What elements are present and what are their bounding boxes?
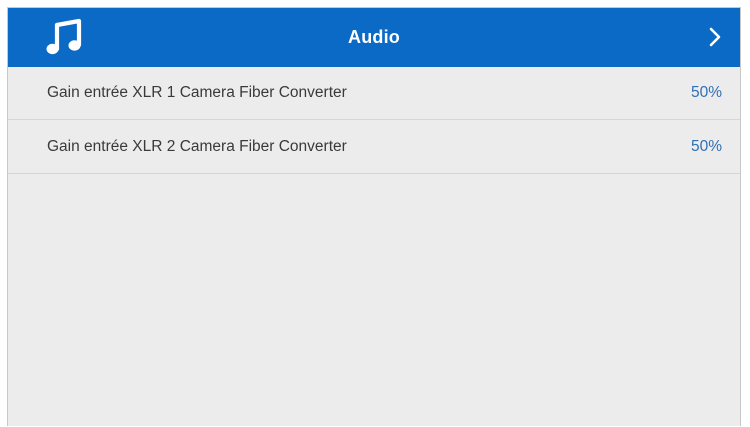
setting-row-xlr1-gain[interactable]: Gain entrée XLR 1 Camera Fiber Converter… [8,67,740,120]
chevron-right-icon[interactable] [708,26,722,48]
setting-value[interactable]: 50% [691,84,722,102]
music-note-icon [46,18,82,55]
audio-settings-panel: Audio Gain entrée XLR 1 Camera Fiber Con… [7,7,741,426]
setting-value[interactable]: 50% [691,138,722,156]
setting-label: Gain entrée XLR 2 Camera Fiber Converter [47,137,347,155]
setting-label: Gain entrée XLR 1 Camera Fiber Converter [47,84,347,101]
panel-header: Audio [8,8,740,67]
page-title: Audio [348,27,400,47]
settings-list: Gain entrée XLR 1 Camera Fiber Converter… [8,67,740,174]
setting-row-xlr2-gain[interactable]: Gain entrée XLR 2 Camera Fiber Converter… [8,120,740,174]
